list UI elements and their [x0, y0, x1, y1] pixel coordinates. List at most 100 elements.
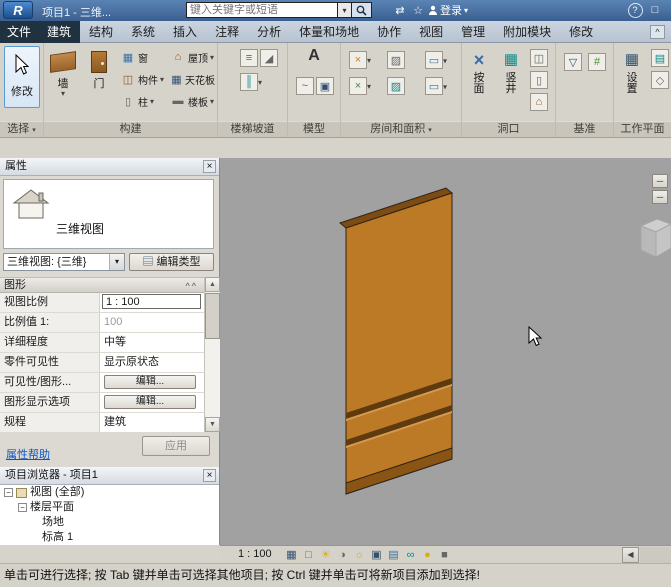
component-button[interactable]: ◫构件▾	[118, 68, 168, 90]
collapse-icon[interactable]: −	[4, 488, 13, 497]
scroll-up-icon[interactable]: ▲	[205, 277, 220, 292]
tree-item-floor-plans[interactable]: − 楼层平面	[0, 500, 219, 515]
stairs-button[interactable]: ≡	[240, 49, 258, 67]
scrollbar-thumb[interactable]	[205, 293, 220, 339]
search-dropdown-icon[interactable]: ▾	[338, 2, 352, 18]
panel-label-model[interactable]: 模型	[288, 121, 340, 137]
dormer-button[interactable]: ⌂	[530, 93, 548, 111]
panel-label-workplane[interactable]: 工作平面	[614, 121, 671, 137]
discipline-field[interactable]: 建筑	[100, 413, 204, 432]
lock-view-icon[interactable]: ■	[437, 547, 452, 562]
set-workplane-button[interactable]: ▦ 设置	[617, 48, 647, 95]
sun-path-icon[interactable]: ☼	[352, 547, 367, 562]
modify-tool-button[interactable]: 修改	[4, 46, 40, 108]
window-button[interactable]: ▦窗	[118, 46, 168, 68]
wall-opening-button[interactable]: ◫	[530, 49, 548, 67]
railing-button[interactable]: ║▾	[240, 73, 262, 91]
signin-button[interactable]: 登录 ▾	[428, 2, 468, 18]
detail-level-field[interactable]: 中等	[100, 333, 204, 352]
chevron-down-icon[interactable]: ▾	[109, 254, 124, 270]
shaft-button[interactable]: ▦ 竖井	[496, 48, 526, 95]
tab-manage[interactable]: 管理	[452, 21, 494, 43]
app-logo[interactable]: R	[3, 1, 33, 19]
file-menu-button[interactable]: 文件	[0, 21, 38, 43]
exchange-icon[interactable]: ⇄	[392, 2, 408, 18]
instance-selector-combobox[interactable]: 三维视图: {三维} ▾	[3, 253, 125, 271]
tab-massing-site[interactable]: 体量和场地	[290, 21, 368, 43]
area-button[interactable]: ×▾	[349, 77, 371, 95]
view-scale-input[interactable]: 1 : 100	[102, 294, 201, 309]
show-workplane-button[interactable]: ▤	[651, 49, 669, 67]
collapse-section-icon[interactable]: ^^	[186, 279, 198, 293]
tab-structure[interactable]: 结构	[80, 21, 122, 43]
project-browser-header[interactable]: 项目浏览器 - 项目1 ×	[0, 467, 219, 485]
parts-visibility-field[interactable]: 显示原状态	[100, 353, 204, 372]
opening-by-face-button[interactable]: × 按面	[464, 48, 494, 95]
graphic-display-options-edit-button[interactable]: 编辑...	[104, 395, 196, 409]
panel-label-select[interactable]: 选择 ▾	[0, 121, 43, 137]
tab-view[interactable]: 视图	[410, 21, 452, 43]
shadows-icon[interactable]: ◑	[335, 547, 350, 562]
tab-modify[interactable]: 修改	[560, 21, 602, 43]
view-minimize-icon[interactable]: ─	[652, 174, 668, 188]
model-text-button[interactable]: A	[304, 47, 324, 65]
graphics-section-header[interactable]: 图形 ^^	[0, 277, 204, 293]
wall-button[interactable]: 墙 ▾	[46, 46, 80, 97]
tree-item-level1[interactable]: 标高 1	[0, 530, 219, 545]
tree-item-site[interactable]: 场地	[0, 515, 219, 530]
vertical-opening-button[interactable]: ▯	[530, 71, 548, 89]
grid-button[interactable]: #	[588, 53, 606, 71]
help-icon[interactable]: ?	[627, 2, 643, 18]
view-restore-icon[interactable]: ─	[652, 190, 668, 204]
room-button[interactable]: ×▾	[349, 51, 371, 69]
temporary-hide-icon[interactable]: ∞	[403, 547, 418, 562]
ceiling-button[interactable]: ▦天花板	[168, 68, 217, 90]
properties-header[interactable]: 属性 ×	[0, 158, 219, 176]
show-crop-icon[interactable]: ▤	[386, 547, 401, 562]
tag-area-button[interactable]: ▭▾	[425, 77, 447, 95]
view-scale-button[interactable]: 1 : 100	[238, 546, 272, 563]
search-icon[interactable]	[352, 2, 372, 18]
tab-architecture[interactable]: 建筑	[38, 21, 80, 43]
tab-collaborate[interactable]: 协作	[368, 21, 410, 43]
apply-button[interactable]: 应用	[142, 436, 210, 456]
type-selector[interactable]: 三维视图	[3, 179, 214, 249]
tree-item-views[interactable]: − 视图 (全部)	[0, 485, 219, 500]
reveal-hidden-icon[interactable]: ●	[420, 547, 435, 562]
hscroll-track[interactable]	[640, 547, 671, 563]
model-group-button[interactable]: ▣	[316, 77, 334, 95]
detail-level-icon[interactable]: ▦	[284, 547, 299, 562]
search-input[interactable]	[186, 2, 338, 18]
infocenter-toggle-icon[interactable]: □	[647, 2, 663, 18]
column-button[interactable]: ▯柱▾	[118, 90, 168, 112]
visibility-graphics-edit-button[interactable]: 编辑...	[104, 375, 196, 389]
tab-systems[interactable]: 系统	[122, 21, 164, 43]
panel-label-room-area[interactable]: 房间和面积 ▾	[341, 121, 461, 137]
tab-insert[interactable]: 插入	[164, 21, 206, 43]
tab-addins[interactable]: 附加模块	[494, 21, 560, 43]
tab-annotate[interactable]: 注释	[206, 21, 248, 43]
ramp-button[interactable]: ◢	[260, 49, 278, 67]
scroll-down-icon[interactable]: ▼	[205, 417, 220, 432]
edit-type-button[interactable]: ▤ 编辑类型	[129, 253, 214, 271]
sun-icon[interactable]: ☀	[318, 547, 333, 562]
panel-label-circulation[interactable]: 楼梯坡道	[218, 121, 287, 137]
close-icon[interactable]: ×	[203, 469, 216, 482]
room-separator-button[interactable]: ▨	[387, 51, 405, 69]
wall-element[interactable]	[346, 193, 452, 494]
tag-room-button[interactable]: ▭▾	[425, 51, 447, 69]
properties-help-link[interactable]: 属性帮助	[6, 446, 50, 462]
favorites-star-icon[interactable]: ☆	[410, 2, 426, 18]
roof-button[interactable]: ⌂屋顶▾	[168, 46, 217, 68]
collapse-icon[interactable]: −	[18, 503, 27, 512]
drawing-area[interactable]: ─ ─	[220, 158, 671, 545]
area-boundary-button[interactable]: ▨	[387, 77, 405, 95]
panel-label-opening[interactable]: 洞口	[462, 121, 555, 137]
level-button[interactable]: ▽	[564, 53, 582, 71]
visual-style-icon[interactable]: □	[301, 547, 316, 562]
ribbon-collapse-icon[interactable]: ^	[650, 25, 665, 39]
tab-analyze[interactable]: 分析	[248, 21, 290, 43]
floor-button[interactable]: ▬楼板▾	[168, 90, 217, 112]
crop-view-icon[interactable]: ▣	[369, 547, 384, 562]
close-icon[interactable]: ×	[203, 160, 216, 173]
